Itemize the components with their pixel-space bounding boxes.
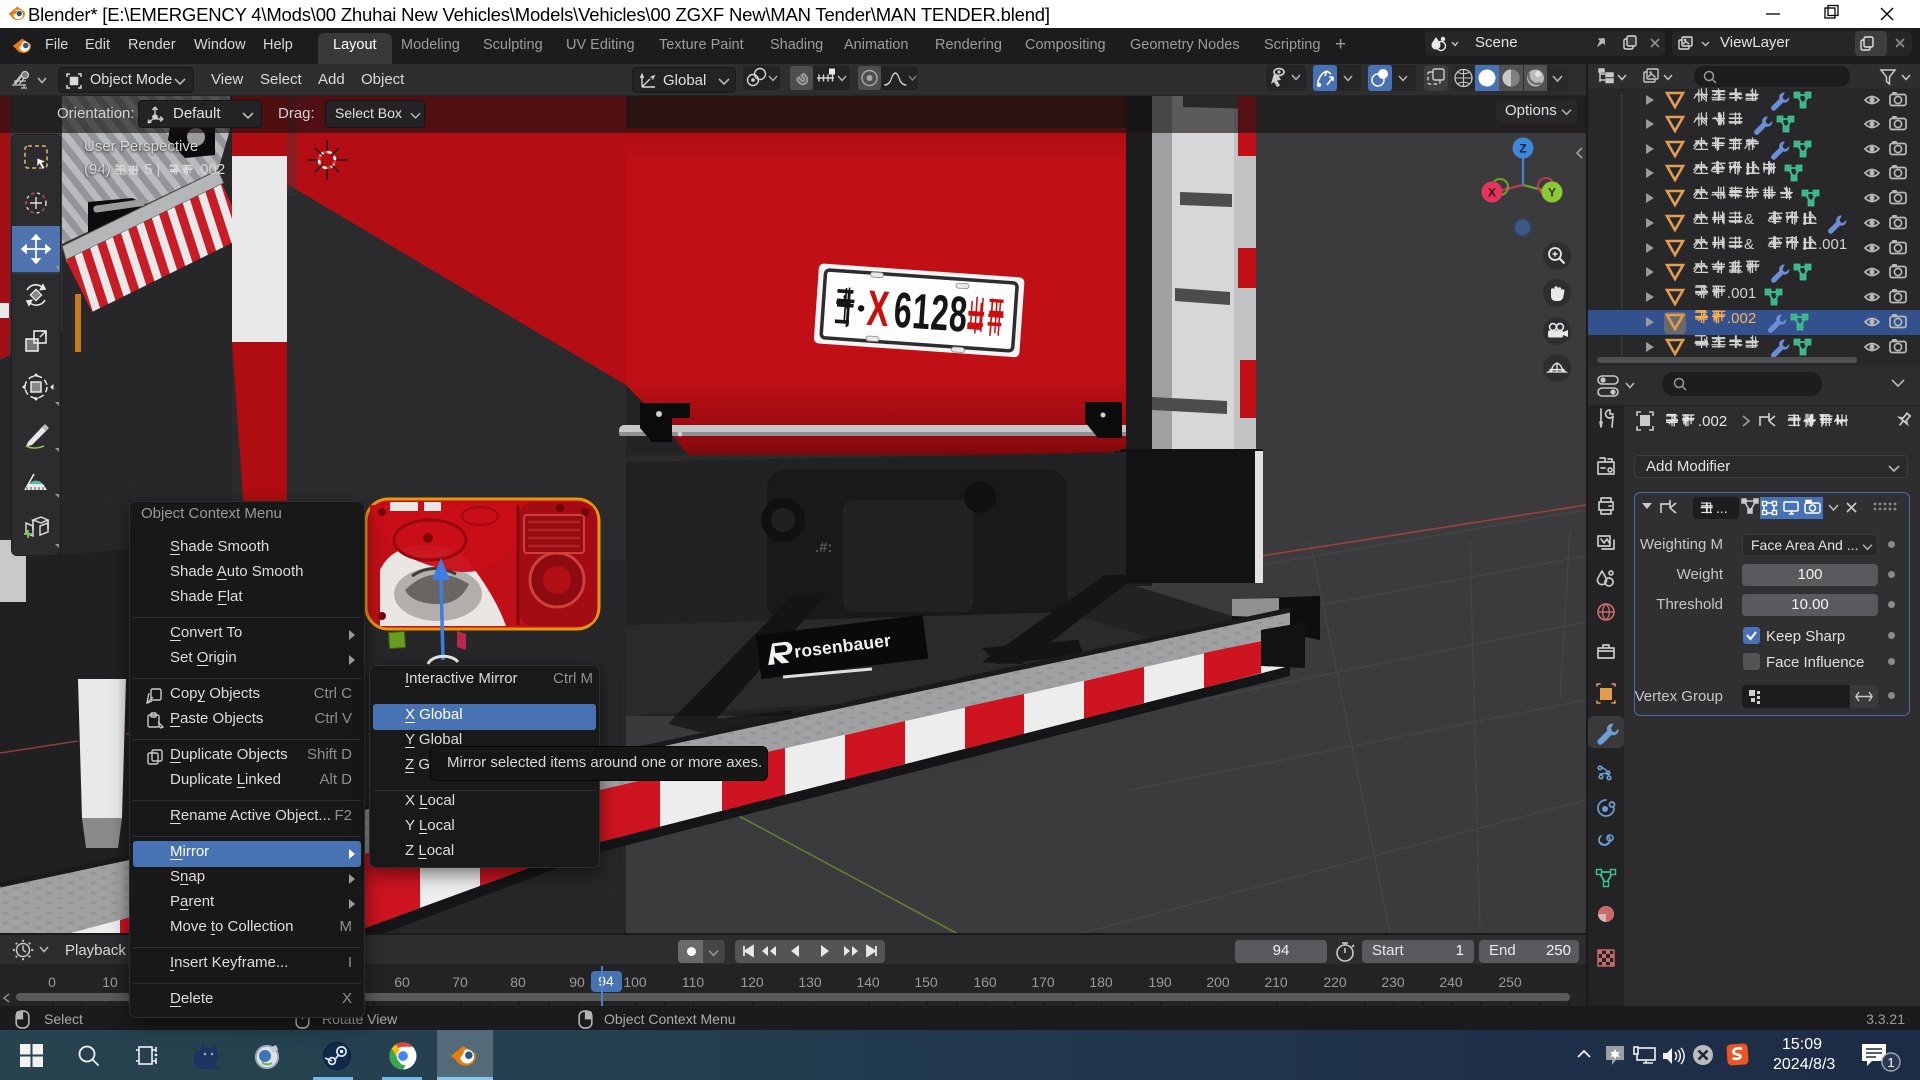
svg-text:X: X [865, 280, 891, 337]
svg-text:Z: Z [1519, 142, 1526, 156]
svg-text:Y: Y [1548, 186, 1556, 200]
svg-text:6128: 6128 [892, 281, 969, 342]
svg-text:1: 1 [1887, 1055, 1894, 1070]
svg-text:X: X [1488, 186, 1496, 200]
svg-text:.#:: .#: [815, 539, 833, 556]
